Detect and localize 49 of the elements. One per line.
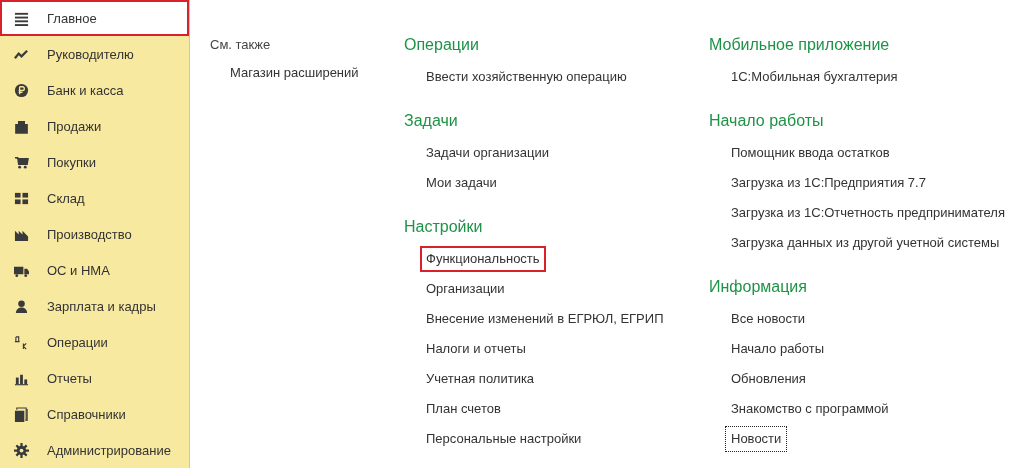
nav-link[interactable]: План счетов bbox=[420, 396, 507, 422]
nav-link[interactable]: Знакомство с программой bbox=[725, 396, 895, 422]
sidebar-item[interactable]: Банк и касса bbox=[0, 72, 189, 108]
nav-link[interactable]: 1С:Мобильная бухгалтерия bbox=[725, 64, 904, 90]
nav-link[interactable]: Загрузка из 1С:Отчетность предпринимателя bbox=[725, 200, 1011, 226]
section-heading: Настройки bbox=[404, 217, 483, 237]
nav-link[interactable]: Обновления bbox=[725, 366, 812, 392]
nav-link[interactable]: Загрузка из 1С:Предприятия 7.7 bbox=[725, 170, 932, 196]
sidebar-item[interactable]: Зарплата и кадры bbox=[0, 288, 189, 324]
sidebar-item[interactable]: Руководителю bbox=[0, 36, 189, 72]
nav-link[interactable]: Налоги и отчеты bbox=[420, 336, 532, 362]
nav-link[interactable]: Функциональность bbox=[420, 246, 546, 272]
person-icon bbox=[14, 298, 29, 314]
grid-icon bbox=[14, 190, 29, 206]
nav-link[interactable]: Персональные настройки bbox=[420, 426, 588, 452]
nav-link[interactable]: Все новости bbox=[725, 306, 812, 332]
sidebar-item[interactable]: Продажи bbox=[0, 108, 189, 144]
cart-icon bbox=[14, 154, 29, 170]
settings-icon bbox=[14, 442, 29, 458]
sidebar-item[interactable]: Отчеты bbox=[0, 360, 189, 396]
sidebar-item[interactable]: Производство bbox=[0, 216, 189, 252]
nav-link[interactable]: Магазин расширений bbox=[224, 60, 365, 86]
section-heading: Мобильное приложение bbox=[709, 35, 890, 55]
see-also-label: См. также bbox=[210, 36, 271, 54]
stacked-pages-icon bbox=[14, 406, 29, 422]
sidebar-item[interactable]: Склад bbox=[0, 180, 189, 216]
nav-link[interactable]: Новости bbox=[725, 426, 788, 452]
nav-link[interactable]: Организации bbox=[420, 276, 511, 302]
sidebar-item[interactable]: Справочники bbox=[0, 396, 189, 432]
nav-link[interactable]: Мои задачи bbox=[420, 170, 503, 196]
section-heading: Задачи bbox=[404, 111, 458, 131]
section-heading: Информация bbox=[709, 277, 807, 297]
shopping-bag-icon bbox=[14, 118, 29, 134]
section-heading: Операции bbox=[404, 35, 479, 55]
nav-link[interactable]: Начало работы bbox=[725, 336, 831, 362]
sidebar-item[interactable]: Операции bbox=[0, 324, 189, 360]
nav-link[interactable]: Внесение изменений в ЕГРЮЛ, ЕГРИП bbox=[420, 306, 670, 332]
menu-icon bbox=[14, 10, 29, 26]
sidebar-item[interactable]: Покупки bbox=[0, 144, 189, 180]
nav-link[interactable]: Помощник ввода остатков bbox=[725, 140, 896, 166]
nav-link[interactable]: Задачи организации bbox=[420, 140, 555, 166]
sidebar-item[interactable]: ОС и НМА bbox=[0, 252, 189, 288]
sidebar-item[interactable]: Главное bbox=[0, 0, 189, 36]
section-heading: Начало работы bbox=[709, 111, 824, 131]
ruble-coin-icon bbox=[14, 82, 29, 98]
nav-link[interactable]: Загрузка данных из другой учетной системы bbox=[725, 230, 1006, 256]
sidebar-item[interactable]: Администрирование bbox=[0, 432, 189, 468]
nav-link[interactable]: Учетная политика bbox=[420, 366, 541, 392]
nav-link[interactable]: Ввести хозяйственную операцию bbox=[420, 64, 633, 90]
